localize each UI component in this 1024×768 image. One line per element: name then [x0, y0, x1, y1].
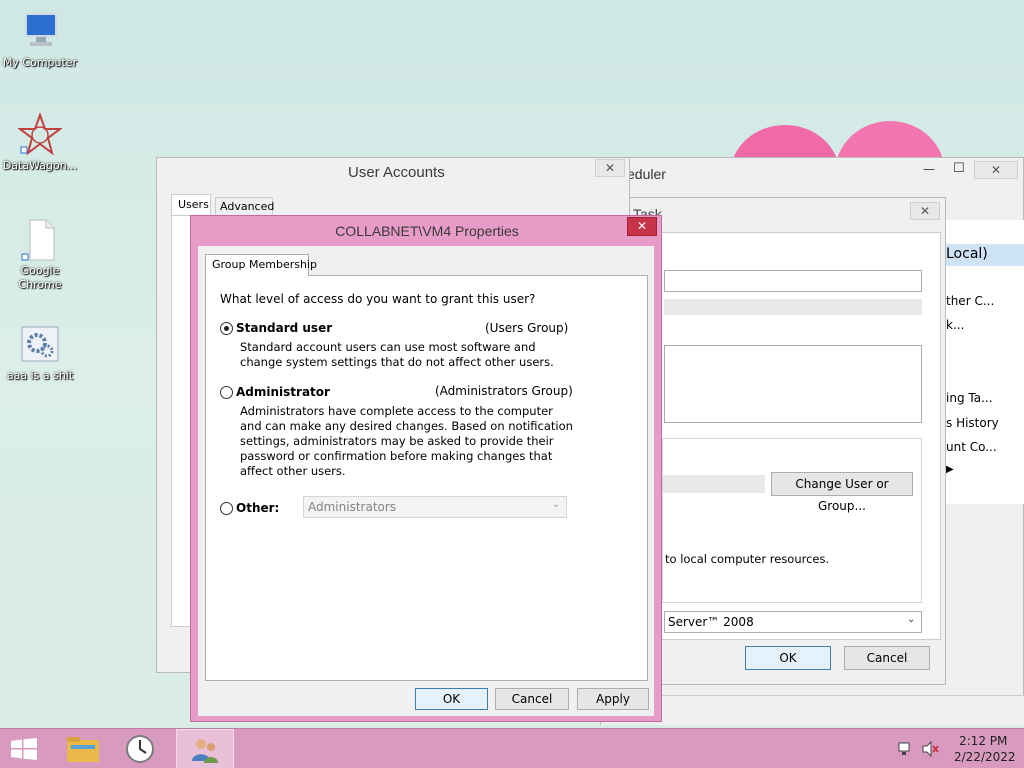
- administrator-description: Administrators have complete access to t…: [240, 404, 573, 478]
- description-textarea[interactable]: [664, 345, 922, 423]
- close-button[interactable]: ✕: [627, 217, 657, 236]
- configure-for-value: Server™ 2008: [668, 615, 754, 629]
- close-button[interactable]: ✕: [974, 161, 1018, 179]
- gear-settings-icon: [18, 323, 62, 367]
- action-item[interactable]: ther C...: [946, 294, 994, 308]
- other-group-value: Administrators: [308, 500, 397, 514]
- clock-date[interactable]: 2/22/2022: [954, 750, 1016, 764]
- datawagon-icon: [17, 112, 63, 157]
- cancel-button[interactable]: Cancel: [844, 646, 930, 670]
- desktop-icon-label: Google Chrome: [18, 264, 62, 291]
- desktop-icon-my-computer[interactable]: My Computer: [0, 10, 80, 69]
- taskbar-file-explorer[interactable]: [54, 729, 112, 768]
- tab-users[interactable]: Users: [171, 194, 211, 216]
- action-item[interactable]: ing Ta...: [946, 391, 993, 405]
- task-name-input[interactable]: [664, 270, 922, 292]
- file-shortcut-icon: [18, 218, 62, 262]
- administrators-group-label: (Administrators Group): [435, 384, 573, 398]
- standard-user-radio[interactable]: [220, 322, 233, 335]
- start-button[interactable]: [0, 729, 48, 768]
- tab-label: Group Membership: [212, 258, 317, 271]
- window-title: User Accounts: [348, 164, 445, 181]
- close-button[interactable]: ✕: [595, 159, 625, 177]
- submenu-arrow-icon: ▶: [946, 464, 954, 475]
- desktop-icon-label: aaa is a shit: [6, 369, 74, 382]
- dialog-body: Group Membership What level of access do…: [198, 246, 654, 716]
- desktop-icon-batch-file[interactable]: aaa is a shit: [0, 323, 80, 382]
- users-group-label: (Users Group): [485, 321, 569, 335]
- dialog-title: COLLABNET\VM4 Properties: [335, 223, 519, 239]
- chevron-down-icon: ⌄: [907, 614, 916, 625]
- desktop-icon-google-chrome[interactable]: Google Chrome: [0, 218, 80, 292]
- network-icon[interactable]: [898, 741, 914, 757]
- windows-logo-icon: [11, 738, 37, 760]
- computer-icon: [18, 10, 62, 54]
- maximize-button[interactable]: ☐: [953, 161, 965, 176]
- other-radio[interactable]: [220, 502, 233, 515]
- taskbar-user-accounts[interactable]: [176, 729, 234, 768]
- taskbar: 2:12 PM 2/22/2022: [0, 728, 1024, 768]
- other-label: Other:: [236, 501, 280, 515]
- close-button[interactable]: ✕: [910, 202, 940, 220]
- ok-button[interactable]: OK: [745, 646, 831, 670]
- access-question: What level of access do you want to gran…: [220, 292, 536, 306]
- action-item[interactable]: unt Co...: [946, 440, 997, 454]
- tab-group-membership[interactable]: Group Membership: [205, 254, 317, 276]
- folder-icon: [67, 737, 99, 762]
- configure-for-select[interactable]: Server™ 2008 ⌄: [664, 611, 922, 633]
- task-general-panel: Change User or Group... to local compute…: [621, 232, 941, 640]
- tab-advanced[interactable]: Advanced: [215, 197, 275, 216]
- apply-button[interactable]: Apply: [577, 688, 649, 710]
- administrator-label: Administrator: [236, 385, 330, 399]
- security-options-group: Change User or Group... to local compute…: [662, 438, 922, 603]
- window-title: eduler: [627, 166, 666, 182]
- properties-dialog: COLLABNET\VM4 Properties ✕ Group Members…: [190, 215, 662, 722]
- user-account-field: [663, 475, 765, 493]
- status-bar: [601, 695, 1024, 725]
- taskbar-task-scheduler[interactable]: [112, 729, 170, 768]
- actions-panel: Local) ther C... k... ing Ta... s Histor…: [945, 220, 1024, 504]
- clock-icon: [126, 735, 154, 763]
- group-membership-panel: What level of access do you want to gran…: [205, 275, 648, 681]
- security-note: to local computer resources.: [665, 552, 830, 566]
- standard-user-description: Standard account users can use most soft…: [240, 340, 554, 369]
- minimize-button[interactable]: —: [923, 162, 935, 176]
- cancel-button[interactable]: Cancel: [495, 688, 569, 710]
- change-user-button[interactable]: Change User or Group...: [771, 472, 913, 513]
- desktop-icon-label: DataWagon...: [2, 159, 78, 172]
- ok-button[interactable]: OK: [415, 688, 488, 710]
- action-item[interactable]: k...: [946, 318, 964, 332]
- desktop-icon-datawagon[interactable]: DataWagon...: [0, 112, 80, 172]
- actions-header-label: Local): [946, 246, 988, 262]
- location-field: [664, 299, 922, 315]
- tab-label: Advanced: [220, 200, 275, 213]
- action-item[interactable]: s History: [946, 416, 999, 430]
- other-group-select[interactable]: Administrators ⌄: [303, 496, 567, 518]
- volume-muted-icon[interactable]: [922, 740, 940, 758]
- desktop-icon-label: My Computer: [2, 56, 78, 69]
- standard-user-label: Standard user: [236, 321, 333, 335]
- create-task-window: Task ✕ Change User or Group... to local …: [620, 197, 946, 685]
- clock-time[interactable]: 2:12 PM: [959, 734, 1007, 748]
- tab-label: Users: [178, 198, 209, 211]
- administrator-radio[interactable]: [220, 386, 233, 399]
- chevron-down-icon: ⌄: [552, 499, 561, 510]
- users-icon: [192, 739, 218, 763]
